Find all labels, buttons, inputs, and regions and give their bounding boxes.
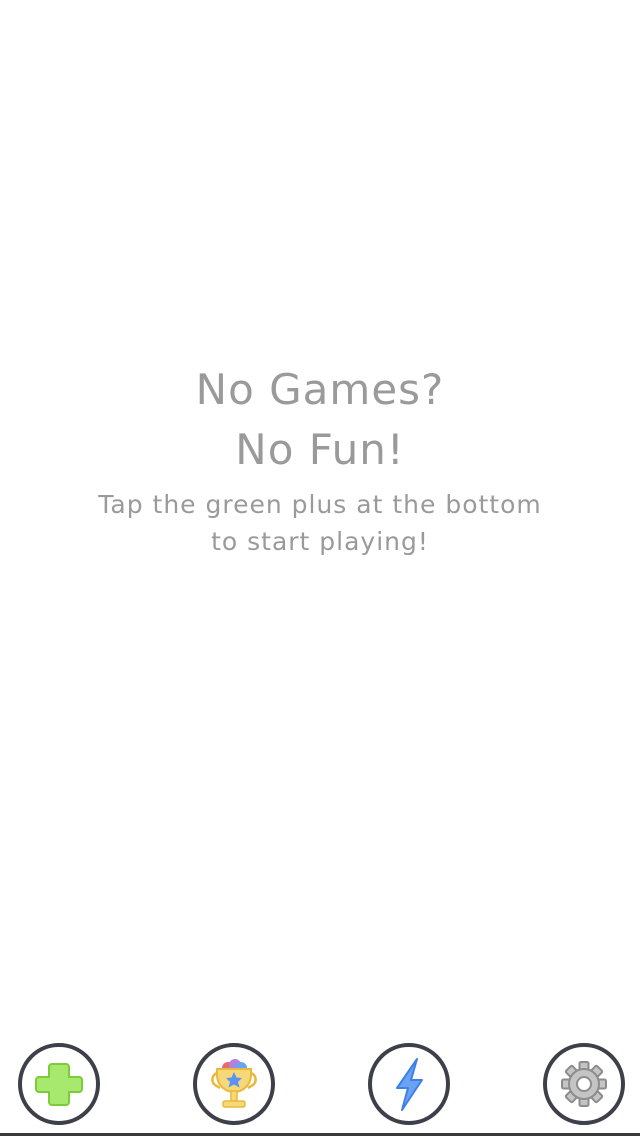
lightning-icon bbox=[396, 1058, 423, 1111]
empty-subtitle-line2: to start playing! bbox=[211, 527, 429, 556]
achievements-button[interactable] bbox=[193, 1043, 275, 1125]
quick-play-button[interactable] bbox=[368, 1043, 450, 1125]
gear-icon bbox=[561, 1061, 607, 1107]
bottom-tab-bar bbox=[0, 1040, 640, 1136]
new-game-button[interactable] bbox=[18, 1043, 100, 1125]
empty-subtitle: Tap the green plus at the bottom to star… bbox=[0, 486, 640, 560]
empty-title-line2: No Fun! bbox=[235, 425, 405, 474]
empty-subtitle-line1: Tap the green plus at the bottom bbox=[98, 490, 542, 519]
plus-icon bbox=[35, 1063, 83, 1106]
trophy-icon bbox=[211, 1059, 257, 1108]
empty-state: No Games? No Fun! Tap the green plus at … bbox=[0, 360, 640, 560]
empty-title-line1: No Games? bbox=[195, 365, 445, 414]
settings-button[interactable] bbox=[543, 1043, 625, 1125]
